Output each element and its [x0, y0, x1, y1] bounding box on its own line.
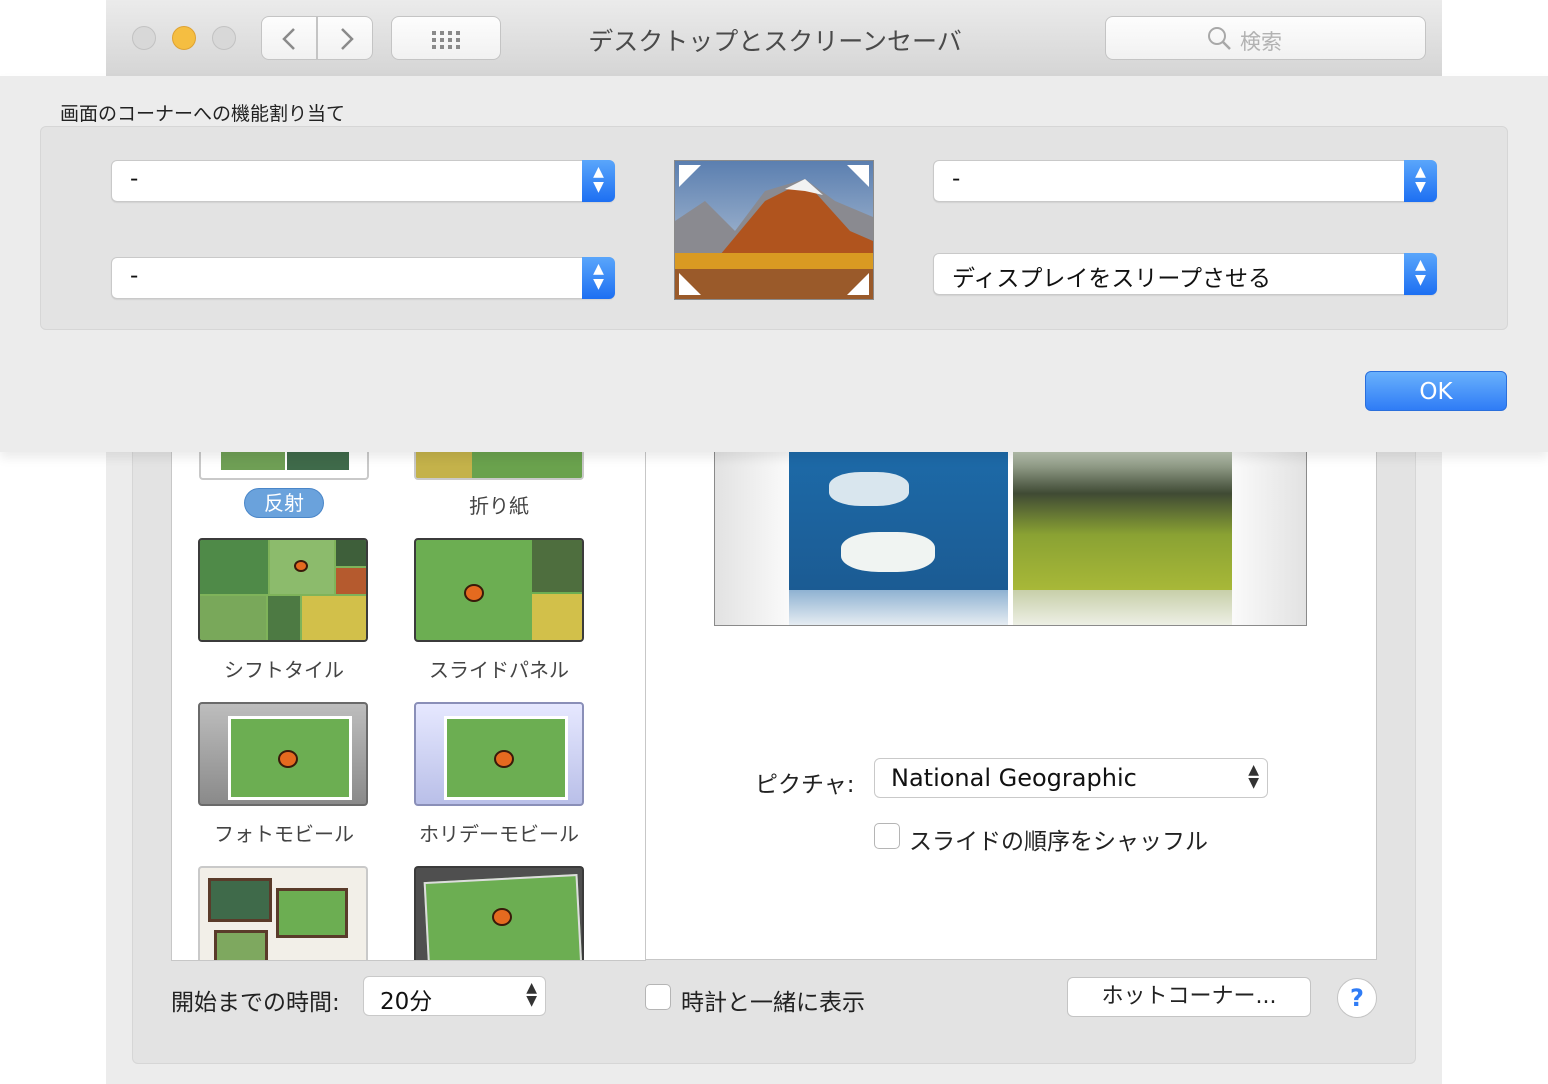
screensaver-label[interactable]: 折り紙: [391, 490, 607, 519]
bottom-left-corner-value: -: [130, 263, 139, 289]
up-down-arrows-icon: ▲ ▼: [582, 160, 615, 202]
start-after-value: 20分: [380, 989, 433, 1015]
top-left-corner-value: -: [130, 166, 139, 192]
bottom-left-corner-popup[interactable]: - ▲ ▼: [111, 257, 615, 299]
hot-corners-button[interactable]: ホットコーナー...: [1067, 977, 1311, 1017]
up-down-arrows-icon: ▲ ▼: [1404, 253, 1437, 295]
screensaver-thumb-holiday-mobile[interactable]: [414, 702, 584, 806]
screensaver-label-selected[interactable]: 反射: [244, 488, 324, 518]
bottom-right-corner-value: ディスプレイをスリープさせる: [952, 266, 1272, 292]
picture-source-popup[interactable]: National Geographic ▲ ▼: [874, 758, 1268, 798]
chevron-left-icon: [282, 28, 295, 50]
top-right-corner-value: -: [952, 166, 961, 192]
top-right-corner-popup[interactable]: - ▲ ▼: [933, 160, 1437, 202]
up-down-arrows-icon: ▲ ▼: [582, 257, 615, 299]
up-down-arrows-icon: ▲ ▼: [1248, 762, 1259, 791]
show-clock-checkbox[interactable]: [645, 984, 671, 1010]
screensaver-thumb-photo-mobile[interactable]: [198, 702, 368, 806]
forward-button[interactable]: [317, 16, 373, 60]
screensaver-thumb-sliding-panels[interactable]: [414, 538, 584, 642]
shuffle-label[interactable]: スライドの順序をシャッフル: [909, 822, 1208, 856]
sheet-heading: 画面のコーナーへの機能割り当て: [60, 103, 346, 125]
picture-label: ピクチャ:: [755, 772, 855, 798]
start-after-label: 開始までの時間:: [171, 990, 340, 1016]
corner-marker-top-right: [847, 165, 869, 187]
screensaver-preview: [714, 452, 1307, 626]
back-button[interactable]: [261, 16, 317, 60]
help-button[interactable]: ?: [1337, 978, 1377, 1018]
close-button[interactable]: [132, 26, 156, 50]
zoom-button[interactable]: [212, 26, 236, 50]
screensaver-label[interactable]: スライドパネル: [391, 654, 607, 683]
top-left-corner-popup[interactable]: - ▲ ▼: [111, 160, 615, 202]
window-title: デスクトップとスクリーンセーバ: [588, 27, 962, 56]
corner-marker-bottom-left: [679, 273, 701, 295]
up-down-arrows-icon: ▲ ▼: [526, 980, 537, 1009]
show-clock-label[interactable]: 時計と一緒に表示: [681, 983, 865, 1017]
search-placeholder: 検索: [1240, 30, 1282, 54]
shuffle-checkbox[interactable]: [874, 823, 900, 849]
bottom-right-corner-popup[interactable]: ディスプレイをスリープさせる ▲ ▼: [933, 253, 1437, 295]
start-after-popup[interactable]: 20分 ▲ ▼: [363, 976, 546, 1016]
chevron-right-icon: [341, 28, 354, 50]
screensaver-thumb-ken-burns[interactable]: [414, 866, 584, 960]
screensaver-thumb-vintage-prints[interactable]: [198, 866, 368, 960]
screensaver-label[interactable]: シフトタイル: [176, 654, 392, 683]
mountain-wallpaper-image: [675, 161, 873, 299]
ok-button[interactable]: OK: [1365, 371, 1507, 411]
corner-marker-top-left: [679, 165, 701, 187]
up-down-arrows-icon: ▲ ▼: [1404, 160, 1437, 202]
desktop-thumbnail: [674, 160, 874, 300]
minimize-button[interactable]: [172, 26, 196, 50]
screensaver-label[interactable]: ホリデーモビール: [391, 818, 607, 847]
picture-source-value: National Geographic: [891, 764, 1137, 792]
search-icon: [1208, 27, 1231, 50]
screensaver-thumb-shifting-tiles[interactable]: [198, 538, 368, 642]
screensaver-label[interactable]: フォトモビール: [176, 818, 392, 847]
corner-marker-bottom-right: [847, 273, 869, 295]
